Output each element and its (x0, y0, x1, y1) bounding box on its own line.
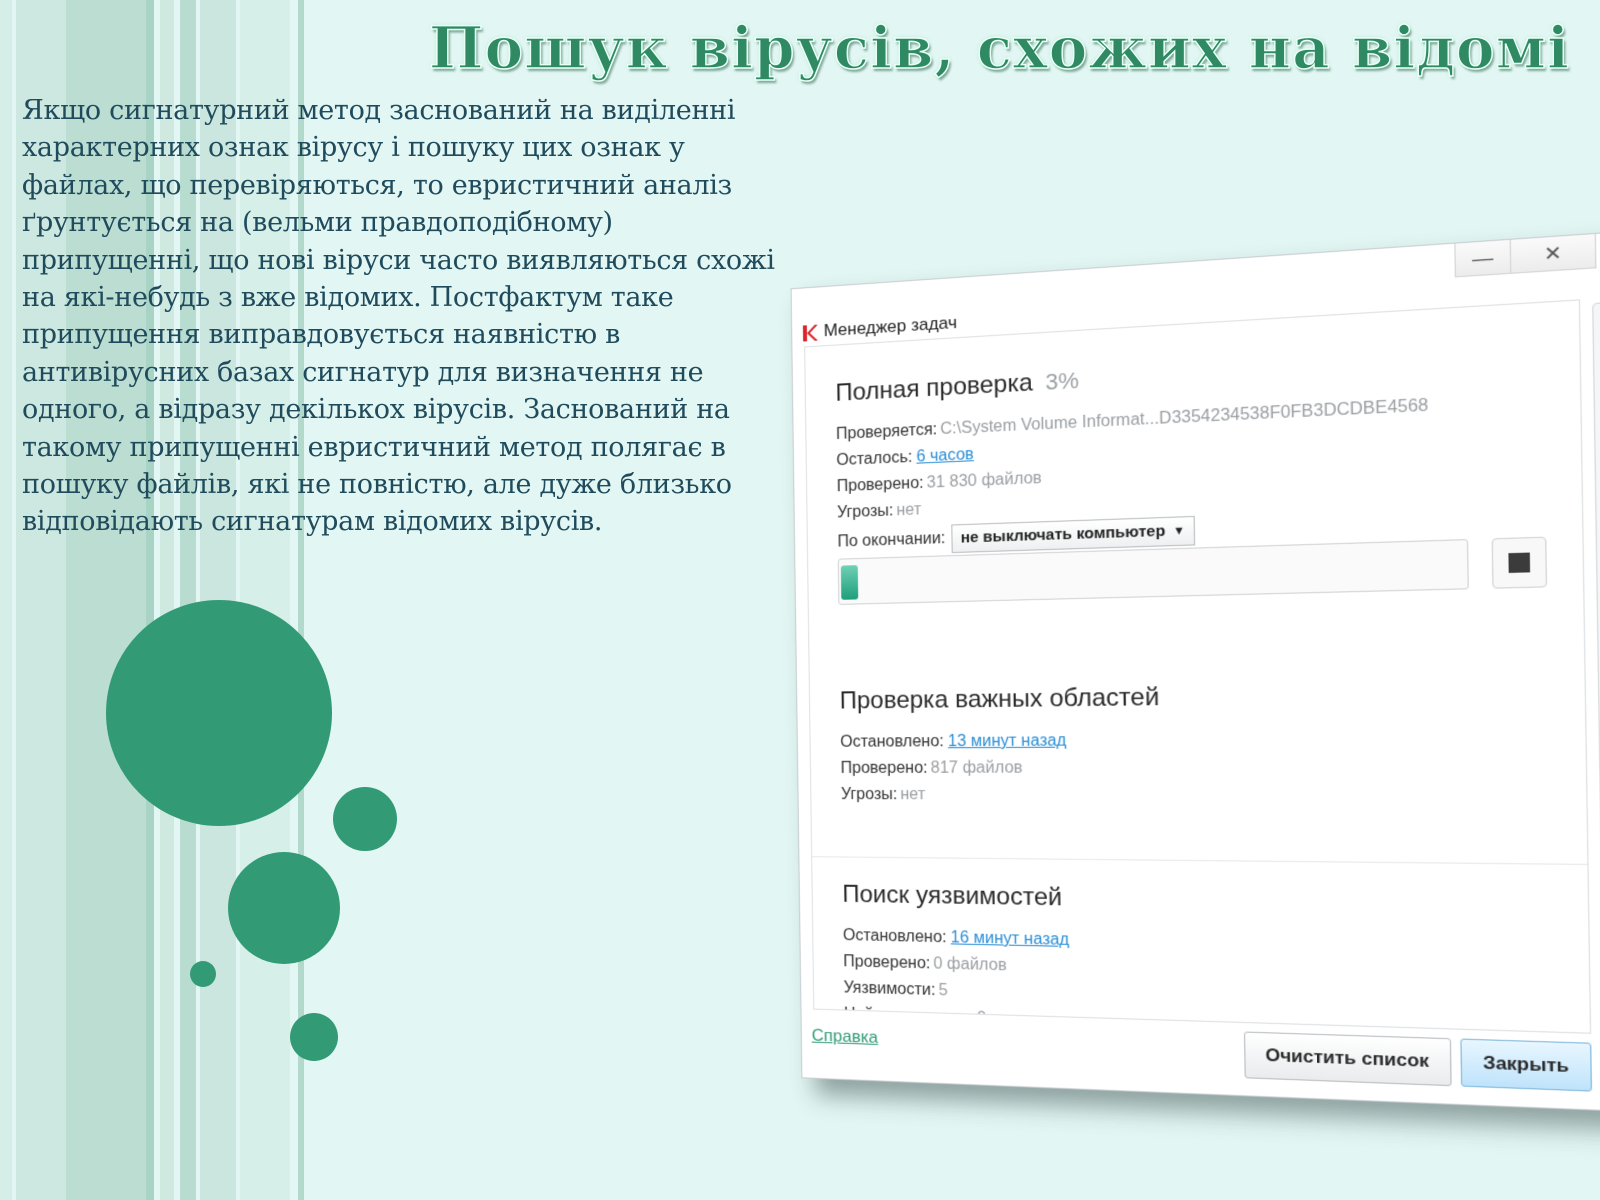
threats-value: нет (896, 501, 921, 519)
full-scan-title: Полная проверка (835, 369, 1033, 407)
help-link[interactable]: Справка (812, 1026, 879, 1048)
stopped-time-link[interactable]: 16 минут назад (951, 929, 1070, 949)
decor-circle (290, 1013, 338, 1061)
remaining-time-link[interactable]: 6 часов (916, 446, 974, 466)
threats-value: нет (900, 786, 925, 803)
neutralized-label: Нейтрализовано: (844, 1005, 974, 1026)
task-manager-screenshot: Менеджер задач — ✕ Полная проверка 3% Про… (791, 232, 1600, 1110)
scrollbar[interactable] (1592, 302, 1600, 927)
stopped-label: Остановлено: (843, 927, 947, 946)
decor-circle (333, 787, 397, 851)
stopped-label: Остановлено: (840, 733, 944, 751)
kaspersky-k-icon (802, 324, 818, 343)
remaining-label: Осталось: (836, 449, 912, 470)
slide-body-text: Якщо сигнатурний метод заснований на вид… (22, 92, 782, 541)
on-finish-dropdown[interactable]: не выключать компьютер ▼ (951, 516, 1195, 553)
checked-label: Проверено: (841, 760, 928, 777)
checking-label: Проверяется: (836, 421, 937, 443)
clear-list-button[interactable]: Очистить список (1244, 1031, 1451, 1086)
checked-count: 817 файлов (931, 759, 1023, 777)
stop-icon (1508, 553, 1530, 573)
checked-count: 0 файлов (933, 955, 1007, 974)
chevron-down-icon: ▼ (1173, 519, 1185, 543)
section-divider (812, 856, 1587, 865)
full-scan-percent: 3% (1045, 367, 1079, 395)
minimize-icon[interactable]: — (1454, 240, 1511, 278)
scan-progress-fill (841, 565, 858, 600)
stopped-time-link[interactable]: 13 минут назад (948, 732, 1067, 750)
decor-circle (228, 852, 340, 964)
decor-stripe (0, 0, 12, 1200)
task-list: Полная проверка 3% Проверяется: C:\System … (804, 299, 1591, 1033)
checked-label: Проверено: (843, 953, 930, 972)
vulnerability-scan-title: Поиск уязвимостей (842, 881, 1554, 921)
neutralized-count: 0 (977, 1010, 986, 1028)
close-icon[interactable]: ✕ (1511, 234, 1597, 274)
threats-label: Угрозы: (837, 502, 893, 521)
on-finish-label: По окончании: (837, 530, 945, 551)
important-areas-section: Проверка важных областей Остановлено: 13 … (840, 678, 1553, 811)
threats-label: Угрозы: (841, 786, 898, 803)
stop-scan-button[interactable] (1492, 537, 1547, 589)
close-button[interactable]: Закрыть (1460, 1038, 1592, 1091)
task-manager-window: Менеджер задач — ✕ Полная проверка 3% Про… (791, 232, 1600, 1112)
checked-label: Проверено: (837, 475, 924, 496)
window-title: Менеджер задач (824, 313, 958, 342)
decor-circle (106, 600, 332, 826)
on-finish-value: не выключать компьютер (961, 522, 1166, 546)
important-areas-title: Проверка важных областей (840, 678, 1552, 716)
full-scan-section: Полная проверка 3% Проверяется: C:\System … (835, 340, 1548, 557)
vulnerabilities-count: 5 (938, 982, 947, 1000)
decor-circle (190, 961, 216, 987)
slide-title: Пошук вірусів, схожих на відомі (429, 14, 1570, 82)
vulnerabilities-label: Уязвимости: (844, 979, 936, 999)
vulnerability-scan-section: Поиск уязвимостей Остановлено: 16 минут н… (842, 881, 1556, 1034)
checked-count: 31 830 файлов (927, 470, 1042, 492)
